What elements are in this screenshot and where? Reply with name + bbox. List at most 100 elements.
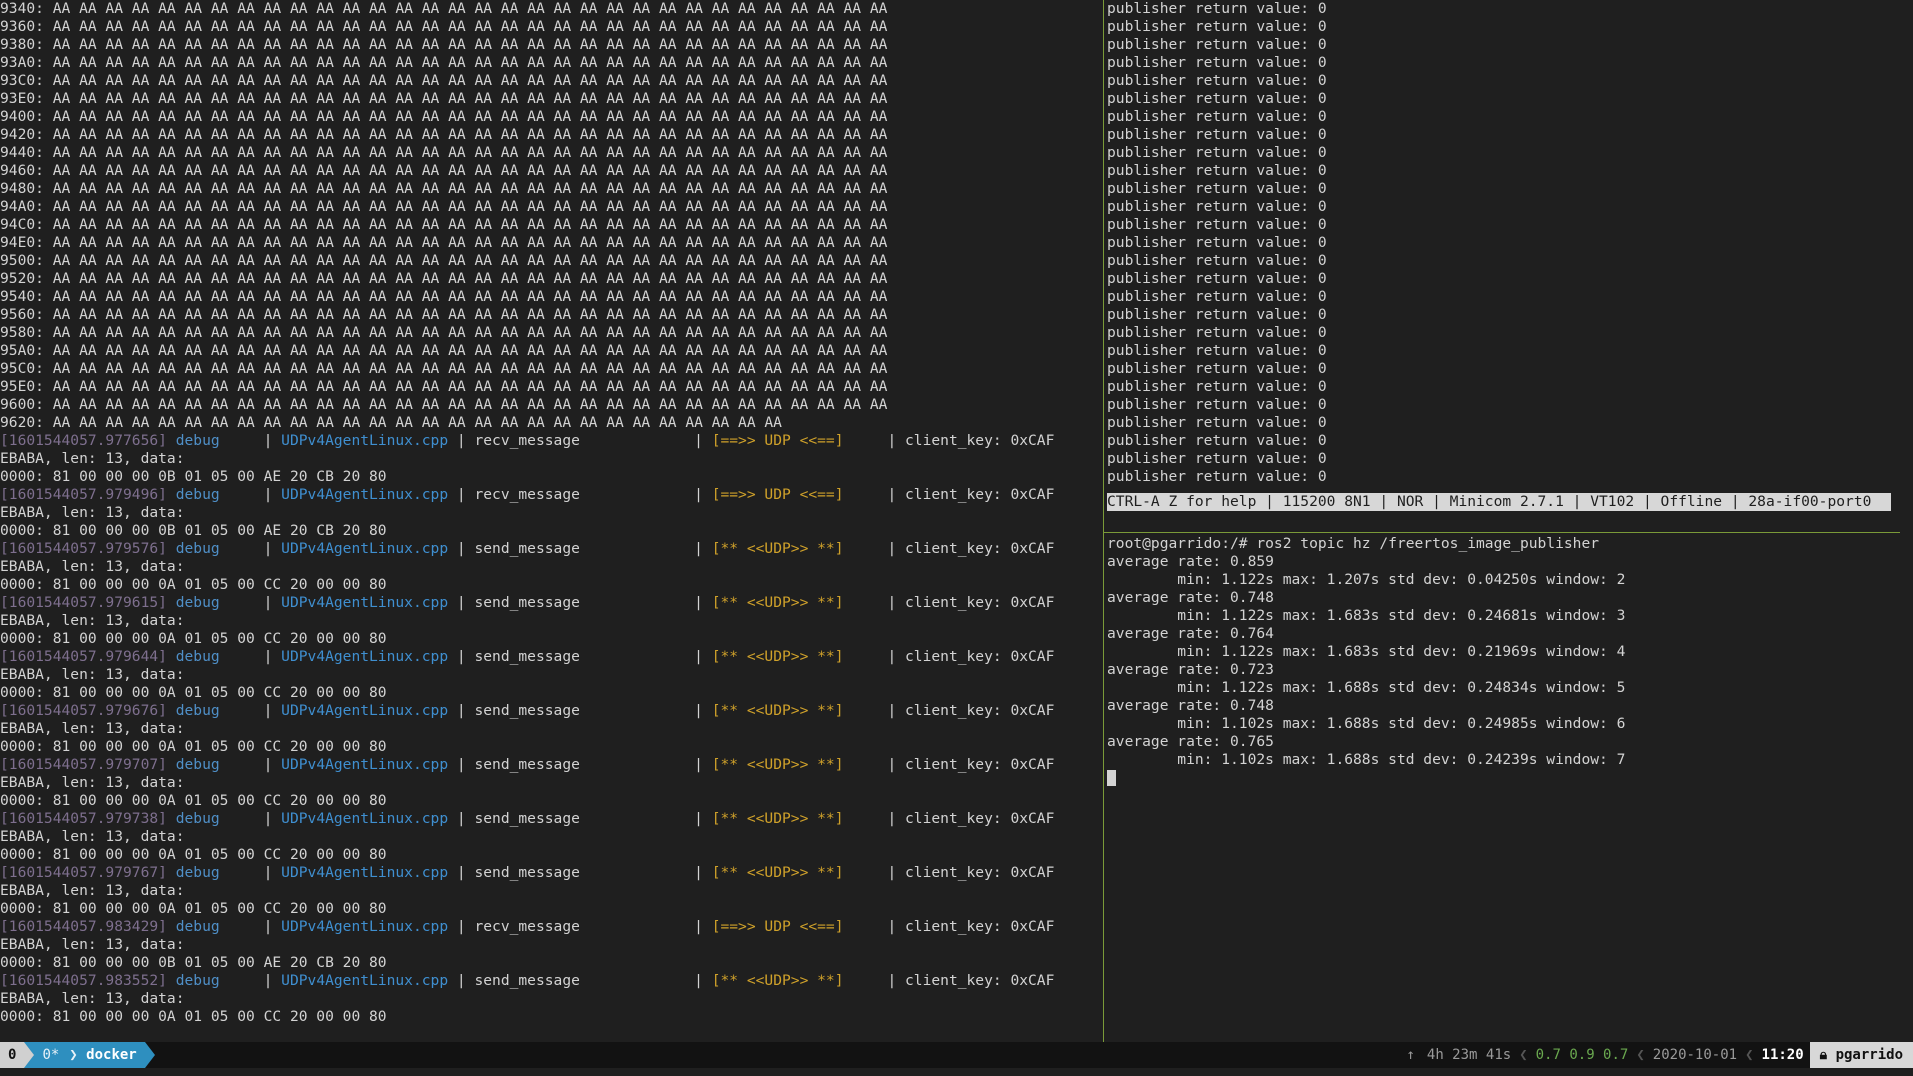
log-entry-cont: EBABA, len: 13, data:	[0, 720, 185, 737]
log-function: | send_message	[448, 648, 695, 665]
log-entry-data: 0000: 81 00 00 00 0A 01 05 00 CC 20 00 0…	[0, 576, 387, 593]
load-average: 0.7 0.9 0.7	[1535, 1047, 1629, 1063]
log-function: | recv_message	[448, 486, 695, 503]
log-direction: [** <<UDP>> **]	[711, 756, 888, 773]
publisher-line: publisher return value: 0	[1107, 288, 1327, 305]
hex-row: 94E0: AA AA AA AA AA AA AA AA AA AA AA A…	[0, 234, 888, 251]
publisher-line: publisher return value: 0	[1107, 252, 1327, 269]
hex-row: 9540: AA AA AA AA AA AA AA AA AA AA AA A…	[0, 288, 888, 305]
user-badge: 🔒︎ pgarrido	[1809, 1042, 1913, 1068]
hex-row: 9620: AA AA AA AA AA AA AA AA AA AA AA A…	[0, 414, 782, 431]
log-level: debug	[166, 702, 264, 719]
log-client-key: | client_key: 0xCAF	[887, 972, 1055, 989]
log-direction: [** <<UDP>> **]	[711, 594, 888, 611]
uptime: 4h 23m 41s	[1426, 1047, 1512, 1063]
log-entry-cont: EBABA, len: 13, data:	[0, 990, 185, 1007]
publisher-line: publisher return value: 0	[1107, 162, 1327, 179]
log-direction: [==>> UDP <<==]	[711, 432, 888, 449]
log-direction: [** <<UDP>> **]	[711, 810, 888, 827]
rate-detail-line: min: 1.122s max: 1.683s std dev: 0.21969…	[1107, 643, 1626, 660]
log-entry-cont: EBABA, len: 13, data:	[0, 828, 185, 845]
log-sep: |	[694, 432, 712, 449]
ros2-terminal-pane[interactable]: root@pgarrido:/# ros2 topic hz /freertos…	[1107, 535, 1897, 1040]
tmux-session-name[interactable]: 0	[0, 1042, 25, 1068]
log-sep: |	[263, 702, 282, 719]
publisher-line: publisher return value: 0	[1107, 180, 1327, 197]
cursor-line	[1107, 769, 1897, 787]
log-entry-data: 0000: 81 00 00 00 0A 01 05 00 CC 20 00 0…	[0, 846, 387, 863]
tmux-window-0[interactable]: 0*	[34, 1042, 68, 1068]
left-terminal-pane[interactable]: 9340: AA AA AA AA AA AA AA AA AA AA AA A…	[0, 0, 1102, 1042]
log-client-key: | client_key: 0xCAF	[887, 540, 1055, 557]
rate-detail-line: min: 1.122s max: 1.207s std dev: 0.04250…	[1107, 571, 1626, 588]
log-sep: |	[694, 594, 712, 611]
log-file: UDPv4AgentLinux.cpp	[281, 756, 449, 773]
log-level: debug	[166, 864, 264, 881]
average-rate-line: average rate: 0.765	[1107, 733, 1274, 750]
log-level: debug	[166, 756, 264, 773]
segment-arrow-icon	[24, 1042, 35, 1068]
log-entry-header: [1601544057.979644] debug | UDPv4AgentLi…	[0, 648, 1102, 666]
log-level: debug	[166, 432, 264, 449]
log-direction: [** <<UDP>> **]	[711, 864, 888, 881]
log-function: | send_message	[448, 540, 695, 557]
log-file: UDPv4AgentLinux.cpp	[281, 540, 449, 557]
log-sep: |	[694, 486, 712, 503]
log-file: UDPv4AgentLinux.cpp	[281, 810, 449, 827]
log-level: debug	[166, 540, 264, 557]
log-direction: [==>> UDP <<==]	[711, 918, 888, 935]
log-client-key: | client_key: 0xCAF	[887, 810, 1055, 827]
log-function: | send_message	[448, 594, 695, 611]
tmux-window-docker-label: docker	[86, 1047, 137, 1063]
hex-row: 93A0: AA AA AA AA AA AA AA AA AA AA AA A…	[0, 54, 888, 71]
tmux-status-bar: 0 0* ❯ docker ↑ 4h 23m 41s ❮ 0.7 0.9 0.7…	[0, 1042, 1913, 1068]
publisher-line: publisher return value: 0	[1107, 396, 1327, 413]
log-entry-data: 0000: 81 00 00 00 0B 01 05 00 AE 20 CB 2…	[0, 468, 387, 485]
date: 2020-10-01	[1652, 1047, 1738, 1063]
log-sep: |	[263, 432, 282, 449]
log-timestamp: [1601544057.979615]	[0, 594, 167, 611]
hex-row: 95E0: AA AA AA AA AA AA AA AA AA AA AA A…	[0, 378, 888, 395]
separator-icon: ❮	[1745, 1047, 1754, 1063]
log-entry-data: 0000: 81 00 00 00 0B 01 05 00 AE 20 CB 2…	[0, 954, 387, 971]
log-sep: |	[263, 756, 282, 773]
pane-divider-vertical[interactable]	[1103, 0, 1104, 1042]
log-sep: |	[694, 540, 712, 557]
publisher-line: publisher return value: 0	[1107, 108, 1327, 125]
log-client-key: | client_key: 0xCAF	[887, 486, 1055, 503]
log-entry-cont: EBABA, len: 13, data:	[0, 882, 185, 899]
log-entry-cont: EBABA, len: 13, data:	[0, 666, 185, 683]
publisher-line: publisher return value: 0	[1107, 414, 1327, 431]
publisher-output: publisher return value: 0 publisher retur…	[1107, 0, 1897, 486]
segment-arrow-icon	[144, 1042, 155, 1068]
command-line: root@pgarrido:/# ros2 topic hz /freertos…	[1107, 535, 1600, 552]
log-client-key: | client_key: 0xCAF	[887, 432, 1055, 449]
log-entry-data: 0000: 81 00 00 00 0A 01 05 00 CC 20 00 0…	[0, 900, 387, 917]
log-file: UDPv4AgentLinux.cpp	[281, 432, 449, 449]
log-sep: |	[263, 864, 282, 881]
log-timestamp: [1601544057.983552]	[0, 972, 167, 989]
publisher-line: publisher return value: 0	[1107, 450, 1327, 467]
publisher-line: publisher return value: 0	[1107, 0, 1327, 17]
publisher-line: publisher return value: 0	[1107, 18, 1327, 35]
log-file: UDPv4AgentLinux.cpp	[281, 972, 449, 989]
log-entry-header: [1601544057.983552] debug | UDPv4AgentLi…	[0, 972, 1102, 990]
hex-row: 9500: AA AA AA AA AA AA AA AA AA AA AA A…	[0, 252, 888, 269]
tmux-window-docker[interactable]: ❯ docker	[67, 1042, 145, 1068]
log-function: | send_message	[448, 864, 695, 881]
publisher-line: publisher return value: 0	[1107, 468, 1327, 485]
log-entry-header: [1601544057.983429] debug | UDPv4AgentLi…	[0, 918, 1102, 936]
terminal-cursor	[1107, 770, 1116, 786]
publisher-line: publisher return value: 0	[1107, 378, 1327, 395]
log-sep: |	[694, 918, 712, 935]
minicom-pane[interactable]: publisher return value: 0 publisher retur…	[1107, 0, 1897, 528]
hex-row: 9520: AA AA AA AA AA AA AA AA AA AA AA A…	[0, 270, 888, 287]
user-name: pgarrido	[1835, 1047, 1903, 1063]
log-entry-cont: EBABA, len: 13, data:	[0, 774, 185, 791]
log-client-key: | client_key: 0xCAF	[887, 594, 1055, 611]
publisher-line: publisher return value: 0	[1107, 234, 1327, 251]
up-arrow-icon: ↑	[1406, 1047, 1415, 1063]
pane-divider-horizontal[interactable]	[1104, 532, 1900, 533]
log-function: | send_message	[448, 702, 695, 719]
log-timestamp: [1601544057.979707]	[0, 756, 167, 773]
